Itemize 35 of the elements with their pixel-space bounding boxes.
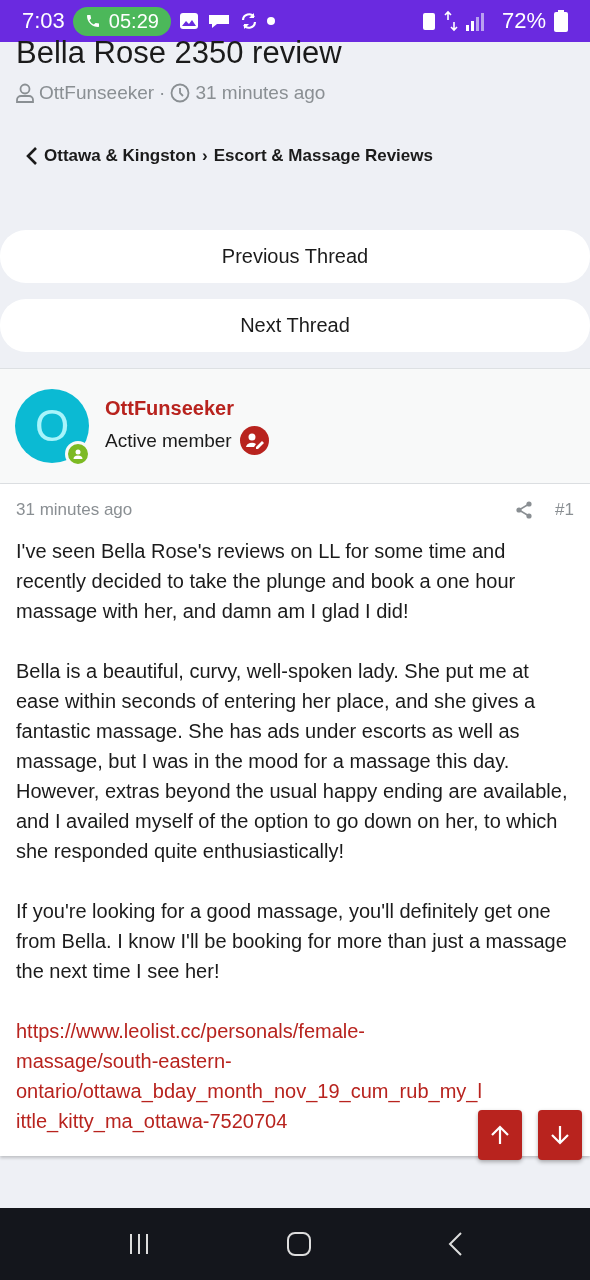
share-icon[interactable] — [515, 501, 534, 519]
user-title: Active member — [105, 429, 232, 452]
member-badge-icon — [239, 426, 269, 455]
dot-icon — [266, 17, 275, 25]
clock-time: 7:03 — [22, 8, 65, 34]
user-icon — [16, 83, 34, 103]
post-time: 31 minutes ago — [16, 500, 133, 520]
post-paragraph: I've seen Bella Rose's reviews on LL for some time and recently decided to take the plunge and book a one hour massage with her, and damn am I glad I did! — [16, 539, 517, 624]
thread-nav-button[interactable]: Previous Thread — [0, 230, 590, 283]
phone-icon — [84, 13, 101, 29]
arrow-down-icon — [549, 1124, 571, 1146]
thread-title: Bella Rose 2350 review — [16, 36, 343, 70]
back-chevron-icon — [26, 146, 38, 166]
scroll-up-button[interactable] — [478, 1110, 522, 1160]
home-icon[interactable] — [286, 1231, 312, 1257]
arrow-up-icon — [489, 1124, 511, 1146]
listing-link[interactable]: https://www.leolist.cc/personals/female-massage/south-eastern-ontario/ottawa_bday_month_nov_19_cum_rub_my_little_kitty_ma_ottawa-7520704 — [16, 1016, 486, 1136]
thread-time: 31 minutes ago — [195, 82, 326, 104]
thread-nav-button[interactable]: Next Thread — [0, 299, 590, 352]
clock-icon — [170, 83, 191, 103]
breadcrumb-link[interactable]: Ottawa & Kingston — [44, 146, 197, 166]
breadcrumb-separator: › — [202, 146, 208, 166]
battery-saver-icon — [421, 11, 436, 31]
meta-separator: · — [159, 82, 166, 104]
battery-level: 72% — [501, 8, 546, 34]
chat-icon — [206, 12, 231, 30]
battery-icon — [554, 10, 568, 32]
image-icon — [178, 11, 199, 31]
breadcrumb-link[interactable]: Escort & Massage Reviews — [213, 146, 433, 166]
back-icon[interactable] — [446, 1231, 463, 1257]
scroll-down-button[interactable] — [538, 1110, 582, 1160]
post-paragraph: Bella is a beautiful, curvy, well-spoken lady. She put me at ease within seconds of entering her place, and she gives a fantastic massage. She has ads under escorts as well as massage, but I was in the mood for a massage this day. However, extras beyond the usual happy ending are available, and I availed myself of the option to go down on her, to which she responded quite enthusiastically! — [16, 659, 569, 864]
post-paragraph: If you're looking for a good massage, you'll definitely get one from Bella. I know I'll be booking for more than just a massage the next time I see her! — [16, 899, 568, 984]
username-link[interactable]: OttFunseeker — [105, 397, 269, 420]
post-number[interactable]: #1 — [555, 500, 574, 520]
